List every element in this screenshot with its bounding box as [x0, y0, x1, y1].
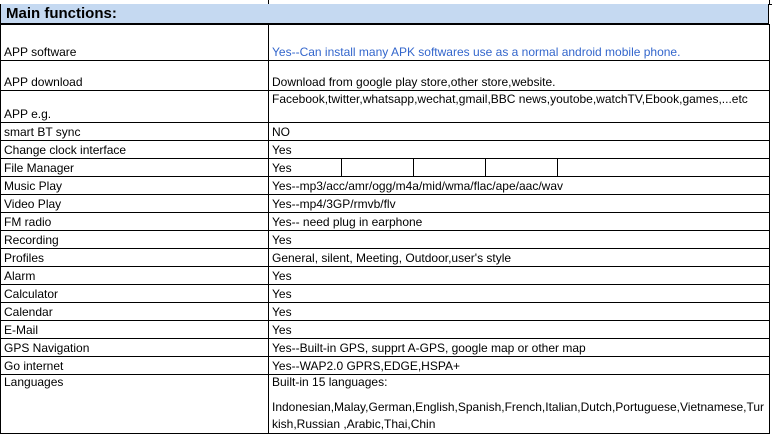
table-row: Recording Yes [0, 230, 770, 249]
row-value[interactable]: Yes--Can install many APK softwares use … [268, 24, 770, 61]
spreadsheet: Main functions: APP software Yes--Can ins… [0, 0, 772, 434]
row-value[interactable]: Yes [268, 284, 770, 303]
row-label[interactable]: GPS Navigation [0, 338, 269, 357]
table-row: Calendar Yes [0, 302, 770, 321]
row-value[interactable]: Yes-- need plug in earphone [268, 212, 770, 231]
row-label[interactable]: Calculator [0, 284, 269, 303]
table-row: Music Play Yes--mp3/acc/amr/ogg/m4a/mid/w… [0, 176, 770, 195]
row-value[interactable]: General, silent, Meeting, Outdoor,user's… [268, 248, 770, 267]
value-text: Yes [272, 161, 292, 175]
row-value[interactable]: Yes [268, 266, 770, 285]
table-row: FM radio Yes-- need plug in earphone [0, 212, 770, 231]
row-label[interactable]: APP software [0, 24, 269, 61]
row-value[interactable]: Download from google play store,other st… [268, 60, 770, 91]
table-row: Languages Built-in 15 languages: Indonesia… [0, 374, 770, 434]
table-row: Alarm Yes [0, 266, 770, 285]
row-label[interactable]: Calendar [0, 302, 269, 321]
value-text: Yes--Can install many APK softwares use … [272, 45, 681, 59]
row-value[interactable]: Yes [268, 230, 770, 249]
row-label[interactable]: smart BT sync [0, 122, 269, 141]
row-label[interactable]: APP e.g. [0, 90, 269, 123]
section-header: Main functions: [0, 4, 769, 24]
row-label[interactable]: Change clock interface [0, 140, 269, 159]
row-value[interactable]: NO [268, 122, 770, 141]
table-row: smart BT sync NO [0, 122, 770, 141]
row-value[interactable]: Yes [268, 158, 770, 177]
row-value[interactable]: Facebook,twitter,whatsapp,wechat,gmail,B… [268, 90, 770, 123]
row-label[interactable]: Alarm [0, 266, 269, 285]
row-value[interactable]: Yes--Built-in GPS, supprt A-GPS, google … [268, 338, 770, 357]
row-label[interactable]: Video Play [0, 194, 269, 213]
row-label[interactable]: Languages [0, 374, 269, 434]
row-value[interactable]: Yes--WAP2.0 GPRS,EDGE,HSPA+ [268, 356, 770, 375]
row-value[interactable]: Built-in 15 languages: Indonesian,Malay,G… [268, 374, 770, 434]
row-label[interactable]: File Manager [0, 158, 269, 177]
table-row: Change clock interface Yes [0, 140, 770, 159]
table-row: Profiles General, silent, Meeting, Outdoo… [0, 248, 770, 267]
row-label[interactable]: APP download [0, 60, 269, 91]
row-label[interactable]: FM radio [0, 212, 269, 231]
table-row: Video Play Yes--mp4/3GP/rmvb/flv [0, 194, 770, 213]
table-row: E-Mail Yes [0, 320, 770, 339]
table-row: Go internet Yes--WAP2.0 GPRS,EDGE,HSPA+ [0, 356, 770, 375]
row-label[interactable]: Go internet [0, 356, 269, 375]
languages-list: Indonesian,Malay,German,English,Spanish,… [272, 400, 765, 431]
row-value[interactable]: Yes--mp3/acc/amr/ogg/m4a/mid/wma/flac/ap… [268, 176, 770, 195]
table-row: APP download Download from google play st… [0, 60, 770, 91]
row-value[interactable]: Yes [268, 302, 770, 321]
table-row: Calculator Yes [0, 284, 770, 303]
row-value[interactable]: Yes [268, 320, 770, 339]
row-label[interactable]: Profiles [0, 248, 269, 267]
row-value[interactable]: Yes--mp4/3GP/rmvb/flv [268, 194, 770, 213]
functions-table: APP software Yes--Can install many APK so… [0, 24, 770, 434]
row-label[interactable]: Recording [0, 230, 269, 249]
table-row: APP e.g. Facebook,twitter,whatsapp,wechat… [0, 90, 770, 123]
table-row: GPS Navigation Yes--Built-in GPS, supprt … [0, 338, 770, 357]
row-label[interactable]: Music Play [0, 176, 269, 195]
row-label[interactable]: E-Mail [0, 320, 269, 339]
row-value[interactable]: Yes [268, 140, 770, 159]
languages-intro: Built-in 15 languages: [272, 375, 388, 390]
section-title: Main functions: [6, 5, 117, 22]
table-row: File Manager Yes [0, 158, 770, 177]
table-row: APP software Yes--Can install many APK so… [0, 24, 770, 61]
